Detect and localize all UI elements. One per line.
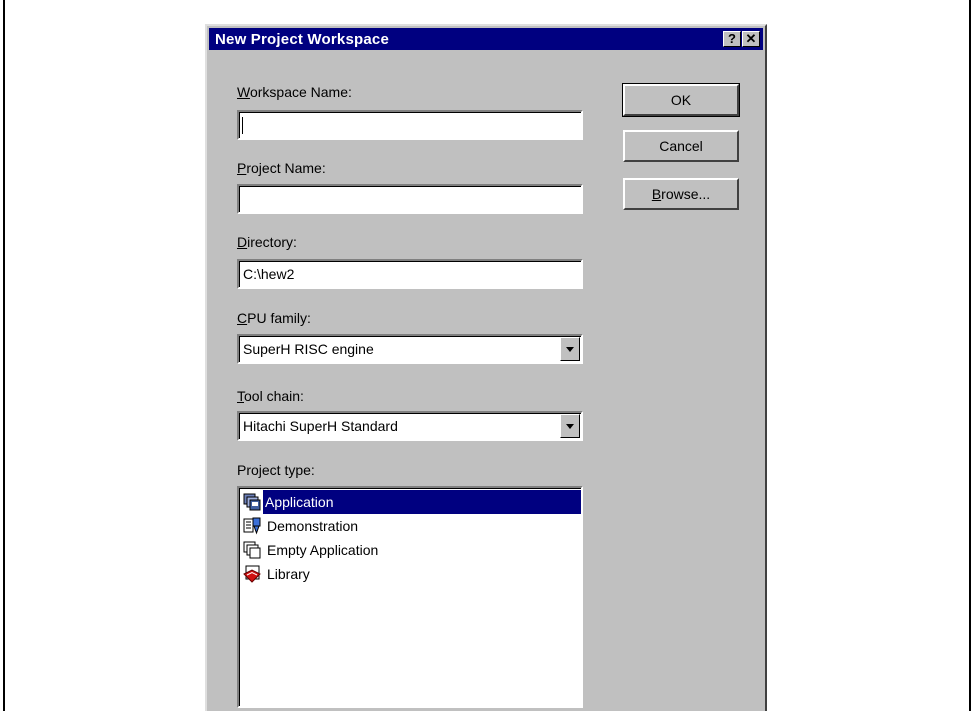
list-item-label: Demonstration [267,518,359,534]
text-caret [242,117,243,134]
tool-chain-label: Tool chain: [237,388,304,404]
cpu-family-select[interactable]: SuperH RISC engine [237,334,583,364]
project-name-label: Project Name: [237,160,326,176]
list-item-application[interactable]: Application [241,490,581,514]
directory-input[interactable]: C:\hew2 [237,259,583,289]
cpu-family-label: CPU family: [237,310,311,326]
library-icon [243,565,261,583]
workspace-name-label: Workspace Name: [237,84,352,100]
project-type-label: Project type: [237,462,315,478]
list-item-label: Application [263,490,581,514]
project-name-input[interactable] [237,184,583,214]
list-item-demonstration[interactable]: Demonstration [241,514,581,538]
cancel-button[interactable]: Cancel [623,130,739,162]
close-button[interactable]: ✕ [742,31,760,47]
new-project-workspace-dialog: New Project Workspace ? ✕ Workspace Name… [205,24,767,711]
help-button[interactable]: ? [723,31,741,47]
cpu-family-dropdown-button[interactable] [560,337,580,361]
list-item-label: Library [267,566,310,582]
tool-chain-dropdown-button[interactable] [560,414,580,438]
browse-button[interactable]: Browse... [623,178,739,210]
list-item-library[interactable]: Library [241,562,581,586]
empty-application-icon [243,541,261,559]
directory-label: Directory: [237,234,297,250]
tool-chain-select[interactable]: Hitachi SuperH Standard [237,411,583,441]
demonstration-icon [243,517,261,535]
chevron-down-icon [566,424,574,429]
list-item-empty-application[interactable]: Empty Application [241,538,581,562]
chevron-down-icon [566,347,574,352]
workspace-name-input[interactable] [237,110,583,140]
application-icon [243,493,261,511]
project-type-list[interactable]: Application Demonstration Empty Applicat… [237,486,583,708]
list-item-label: Empty Application [267,542,379,558]
dialog-title: New Project Workspace [215,31,389,48]
ok-button[interactable]: OK [622,83,740,117]
title-bar[interactable]: New Project Workspace ? ✕ [209,28,763,50]
